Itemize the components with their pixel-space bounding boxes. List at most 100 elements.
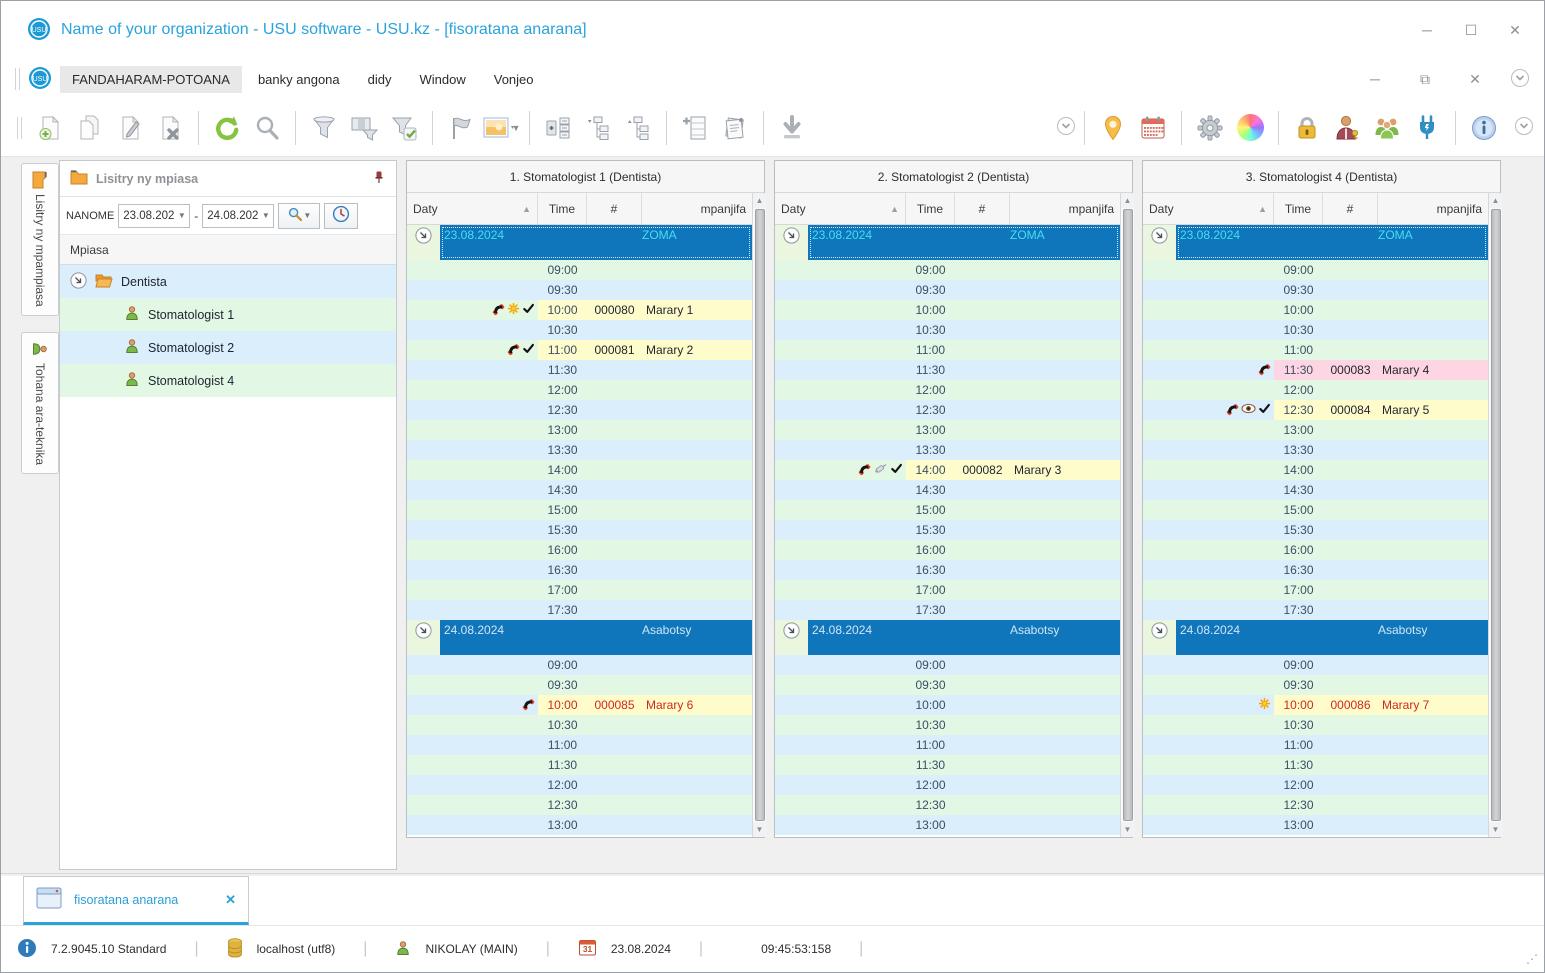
time-slot-row[interactable]: 11:00 (1143, 340, 1488, 360)
time-slot-row[interactable]: 12:30 (775, 400, 1120, 420)
time-slot-row[interactable]: 09:30 (407, 675, 752, 695)
time-slot-row[interactable]: 13:00 (407, 815, 752, 835)
image-dropdown-button[interactable]: ▼ (481, 107, 521, 149)
day-band-24-08-2024[interactable]: 24.08.2024Asabotsy (775, 620, 1120, 655)
user-key-button[interactable] (1327, 107, 1367, 149)
column-header-name[interactable]: mpanjifa (1378, 193, 1488, 224)
appointment-row[interactable]: 12:30000084Marary 5 (1143, 400, 1488, 420)
tree-node-dentista[interactable]: Dentista (60, 265, 396, 298)
menu-item-banky-angona[interactable]: banky angona (246, 66, 352, 93)
new-document-button[interactable] (30, 107, 70, 149)
time-slot-row[interactable]: 10:30 (1143, 715, 1488, 735)
time-slot-row[interactable]: 09:00 (775, 260, 1120, 280)
column-header-num[interactable]: # (587, 193, 642, 224)
toolbar-grip[interactable] (15, 68, 20, 90)
column-header-num[interactable]: # (955, 193, 1010, 224)
column-header-time[interactable]: Time (538, 193, 587, 224)
info-button[interactable] (1464, 107, 1504, 149)
time-slot-row[interactable]: 10:30 (775, 715, 1120, 735)
time-slot-row[interactable]: 16:00 (407, 540, 752, 560)
time-slot-row[interactable]: 09:00 (775, 655, 1120, 675)
add-row-button[interactable] (675, 107, 715, 149)
time-slot-row[interactable]: 12:00 (407, 380, 752, 400)
lock-button[interactable] (1287, 107, 1327, 149)
time-slot-row[interactable]: 13:30 (1143, 440, 1488, 460)
mdi-restore-button[interactable]: ⧉ (1410, 66, 1440, 92)
menu-item-vonjeo[interactable]: Vonjeo (482, 66, 546, 93)
scroll-thumb[interactable] (755, 209, 765, 821)
column-header-time[interactable]: Time (906, 193, 955, 224)
column-header-daty[interactable]: Daty▲ (407, 193, 538, 224)
time-slot-row[interactable]: 13:00 (1143, 420, 1488, 440)
column-header-name[interactable]: mpanjifa (1010, 193, 1120, 224)
menu-item-fandaharam-potoana[interactable]: FANDAHARAM-POTOANA (60, 66, 242, 93)
time-slot-row[interactable]: 09:30 (775, 280, 1120, 300)
menu-overflow-chevron-icon[interactable] (1510, 68, 1530, 91)
time-slot-row[interactable]: 16:30 (1143, 560, 1488, 580)
pin-icon[interactable] (372, 170, 386, 187)
time-slot-row[interactable]: 15:00 (1143, 500, 1488, 520)
appointment-row[interactable]: 11:00000081Marary 2 (407, 340, 752, 360)
mdi-close-button[interactable]: ✕ (1460, 66, 1490, 92)
time-slot-row[interactable]: 09:30 (1143, 675, 1488, 695)
expand-rows-button[interactable] (538, 107, 578, 149)
appointment-row[interactable]: 10:00000086Marary 7 (1143, 695, 1488, 715)
scroll-thumb[interactable] (1491, 209, 1501, 821)
time-slot-row[interactable]: 14:30 (1143, 480, 1488, 500)
time-slot-row[interactable]: 09:00 (1143, 260, 1488, 280)
scroll-up-icon[interactable]: ▲ (1121, 193, 1135, 208)
vertical-scrollbar[interactable]: ▲▼ (752, 193, 766, 837)
time-slot-row[interactable]: 12:00 (775, 380, 1120, 400)
time-slot-row[interactable]: 13:30 (775, 440, 1120, 460)
time-slot-row[interactable]: 14:30 (407, 480, 752, 500)
time-slot-row[interactable]: 17:00 (775, 580, 1120, 600)
calendar-button[interactable] (1133, 107, 1173, 149)
time-slot-row[interactable]: 17:00 (407, 580, 752, 600)
plug-button[interactable] (1407, 107, 1447, 149)
time-slot-row[interactable]: 10:30 (407, 715, 752, 735)
delete-document-button[interactable] (150, 107, 190, 149)
tree-node-stomatologist-1[interactable]: Stomatologist 1 (60, 298, 396, 331)
time-slot-row[interactable]: 13:00 (1143, 815, 1488, 835)
time-slot-row[interactable]: 09:30 (1143, 280, 1488, 300)
colors-button[interactable] (1230, 107, 1270, 149)
day-band-23-08-2024[interactable]: 23.08.2024ZOMA (407, 225, 752, 260)
search-button[interactable]: ▼ (278, 203, 320, 229)
time-slot-row[interactable]: 11:30 (775, 360, 1120, 380)
refresh-button[interactable] (207, 107, 247, 149)
scroll-down-icon[interactable]: ▼ (1489, 822, 1503, 837)
time-slot-row[interactable]: 11:00 (1143, 735, 1488, 755)
search-button[interactable] (247, 107, 287, 149)
time-slot-row[interactable]: 17:30 (1143, 600, 1488, 620)
time-slot-row[interactable]: 09:00 (407, 655, 752, 675)
toolbar-overflow-chevron-icon[interactable] (1056, 116, 1076, 139)
expand-day-icon[interactable] (415, 227, 432, 247)
column-header-daty[interactable]: Daty▲ (775, 193, 906, 224)
time-slot-row[interactable]: 12:00 (775, 775, 1120, 795)
time-slot-row[interactable]: 15:00 (775, 500, 1120, 520)
documents-button[interactable] (715, 107, 755, 149)
time-slot-row[interactable]: 12:00 (1143, 775, 1488, 795)
minimize-button[interactable]: ─ (1412, 17, 1442, 43)
time-slot-row[interactable]: 12:30 (775, 795, 1120, 815)
time-slot-row[interactable]: 17:00 (1143, 580, 1488, 600)
time-slot-row[interactable]: 11:30 (407, 755, 752, 775)
expand-tree-button[interactable] (618, 107, 658, 149)
expand-day-icon[interactable] (1151, 622, 1168, 642)
appointment-row[interactable]: 11:30000083Marary 4 (1143, 360, 1488, 380)
vertical-scrollbar[interactable]: ▲▼ (1120, 193, 1134, 837)
filter-panel-button[interactable] (344, 107, 384, 149)
tree-node-stomatologist-4[interactable]: Stomatologist 4 (60, 364, 396, 397)
time-slot-row[interactable]: 11:00 (775, 735, 1120, 755)
time-slot-row[interactable]: 13:00 (775, 420, 1120, 440)
scroll-down-icon[interactable]: ▼ (753, 822, 767, 837)
time-slot-row[interactable]: 09:30 (407, 280, 752, 300)
tab-fisoratana-anarana[interactable]: fisoratana anarana ✕ (23, 876, 249, 925)
tree-node-stomatologist-2[interactable]: Stomatologist 2 (60, 331, 396, 364)
time-slot-row[interactable]: 15:30 (775, 520, 1120, 540)
time-slot-row[interactable]: 11:30 (775, 755, 1120, 775)
day-band-24-08-2024[interactable]: 24.08.2024Asabotsy (407, 620, 752, 655)
expand-day-icon[interactable] (783, 622, 800, 642)
toolbar-overflow-chevron2-icon[interactable] (1514, 116, 1534, 139)
column-header-time[interactable]: Time (1274, 193, 1323, 224)
